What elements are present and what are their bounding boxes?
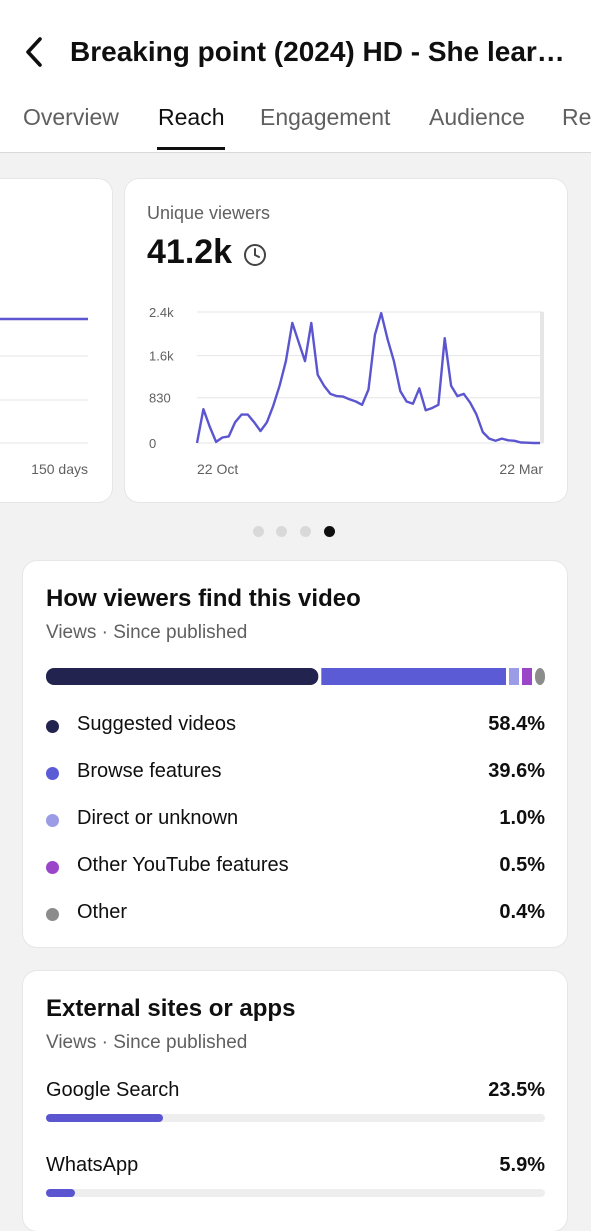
progress-fill	[46, 1189, 76, 1197]
legend-label: Other YouTube features	[77, 854, 289, 876]
previous-chart: 150 days	[0, 317, 88, 477]
y-tick-label: 1.6k	[149, 349, 174, 364]
previous-metric-card[interactable]: 150 days	[0, 179, 112, 502]
section-title: How viewers find this video	[46, 585, 361, 612]
external-source-label: WhatsApp	[46, 1154, 139, 1176]
external-source-value: 23.5%	[488, 1079, 545, 1101]
stacked-bar-segment	[321, 668, 506, 685]
unique-viewers-chart: 2.4k 1.6k 830 0 22 Oct 22 Mar	[149, 305, 544, 477]
external-source-label: Google Search	[46, 1079, 180, 1101]
legend-swatch	[46, 908, 59, 921]
tab-engagement[interactable]: Engagement	[260, 102, 390, 132]
progress-track	[46, 1114, 545, 1122]
series-line	[195, 311, 540, 445]
x-tick-label: 150 days	[31, 461, 88, 477]
legend-swatch	[46, 861, 59, 874]
pager-dot[interactable]	[276, 526, 287, 537]
pager-dot[interactable]	[300, 526, 311, 537]
section-subtitle: Views · Since published	[46, 622, 248, 643]
legend-label: Direct or unknown	[77, 807, 239, 829]
progress-fill	[46, 1114, 164, 1122]
stacked-bar-segment	[509, 668, 519, 685]
tab-research[interactable]: Re	[562, 102, 591, 132]
external-source-row[interactable]: Google Search 23.5%	[46, 1079, 545, 1139]
legend-row[interactable]: Other 0.4%	[46, 899, 545, 929]
legend-value: 1.0%	[499, 807, 545, 829]
legend-label: Other	[77, 901, 128, 923]
external-sources-card: External sites or apps Views · Since pub…	[23, 971, 567, 1231]
legend-row[interactable]: Suggested videos 58.4%	[46, 711, 545, 741]
y-tick-label: 0	[149, 436, 156, 451]
traffic-sources-card: How viewers find this video Views · Sinc…	[23, 561, 567, 947]
legend-value: 0.5%	[499, 854, 545, 876]
legend-row[interactable]: Direct or unknown 1.0%	[46, 805, 545, 835]
stacked-bar-segment	[522, 668, 532, 685]
pager-dot-active[interactable]	[324, 526, 335, 537]
section-title: External sites or apps	[46, 995, 296, 1022]
legend-value: 58.4%	[488, 713, 545, 735]
tab-reach[interactable]: Reach	[158, 102, 224, 132]
legend-value: 39.6%	[488, 760, 545, 782]
x-tick-label: 22 Oct	[197, 461, 238, 477]
legend-label: Suggested videos	[77, 713, 237, 735]
traffic-source-stacked-bar	[46, 668, 545, 685]
stacked-bar-segment	[535, 668, 545, 685]
tab-overview[interactable]: Overview	[23, 102, 119, 132]
y-tick-label: 830	[149, 391, 171, 406]
legend-swatch	[46, 720, 59, 733]
top-bar: Breaking point (2024) HD - She learns th…	[0, 0, 591, 153]
y-tick-label: 2.4k	[149, 305, 174, 320]
pager-dot[interactable]	[253, 526, 264, 537]
back-arrow-icon[interactable]	[18, 34, 52, 70]
video-title: Breaking point (2024) HD - She learns th…	[70, 36, 580, 67]
tab-audience[interactable]: Audience	[429, 102, 525, 132]
legend-value: 0.4%	[499, 901, 545, 923]
legend-label: Browse features	[77, 760, 222, 782]
legend-row[interactable]: Other YouTube features 0.5%	[46, 852, 545, 882]
legend-row[interactable]: Browse features 39.6%	[46, 758, 545, 788]
x-tick-label: 22 Mar	[499, 461, 543, 477]
stacked-bar-segment	[46, 668, 319, 685]
progress-track	[46, 1189, 545, 1197]
legend-swatch	[46, 814, 59, 827]
external-source-value: 5.9%	[499, 1154, 545, 1176]
chart-range-marker	[540, 312, 544, 443]
section-subtitle: Views · Since published	[46, 1032, 248, 1053]
tab-bar: Overview Reach Engagement Audience Re	[0, 98, 591, 153]
active-tab-indicator	[157, 147, 225, 150]
unique-viewers-card[interactable]: Unique viewers 41.2k 2.4k 1.6k 830 0 22 Oct 2…	[125, 179, 567, 502]
external-source-row[interactable]: WhatsApp 5.9%	[46, 1154, 545, 1214]
legend-swatch	[46, 767, 59, 780]
